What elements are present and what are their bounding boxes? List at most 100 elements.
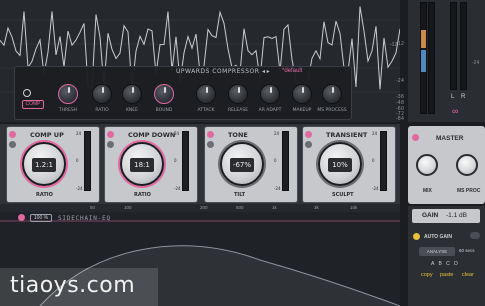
band-meter <box>380 131 387 191</box>
upwards-knob-label: RELEASE <box>227 108 249 113</box>
band-knob-value: -67% <box>230 158 254 172</box>
band-info-icon[interactable] <box>9 131 16 138</box>
upwards-compressor-title: UPWARDS COMPRESSOR <box>176 68 260 75</box>
band-solo-icon[interactable] <box>9 141 16 148</box>
upwards-knob[interactable] <box>322 84 342 104</box>
upwards-knob[interactable] <box>196 84 216 104</box>
auto-gain-info-icon[interactable] <box>413 233 420 240</box>
knob-indicator <box>102 87 104 93</box>
band-meter <box>282 131 289 191</box>
frequency-label: 3k <box>314 205 319 210</box>
upwards-knob[interactable] <box>292 84 312 104</box>
upwards-knob-label: MAKEUP <box>292 108 312 113</box>
band-scale-label: 24 <box>372 131 378 136</box>
link-icon[interactable]: ∞ <box>452 106 458 116</box>
knob-indicator <box>132 87 134 93</box>
knob-indicator <box>164 87 166 93</box>
band-info-icon[interactable] <box>107 131 114 138</box>
band-scale-label: 24 <box>76 131 82 136</box>
ab-compare-slots[interactable]: A B C D <box>431 261 459 267</box>
preset-nav-arrows[interactable]: ◂ ▸ <box>262 68 270 75</box>
comp-toggle-button[interactable]: COMP <box>22 100 44 109</box>
upwards-knob[interactable] <box>228 84 248 104</box>
sidechain-amount[interactable]: 100 % <box>30 214 52 222</box>
watermark-text: tiaoys.com <box>10 273 136 298</box>
copy-button[interactable]: copy <box>421 272 433 278</box>
db-scale: -12 -24 -36 -48 -60 -72 -84 <box>384 0 406 122</box>
ms-proc-label: MS PROC <box>457 188 481 194</box>
upwards-knob[interactable] <box>154 84 174 104</box>
meter-right-label: R <box>461 94 466 100</box>
db-label: -24 <box>395 78 404 84</box>
band-scale-label: -24 <box>372 186 379 191</box>
upwards-knob-label: MS PROCESS <box>317 108 347 113</box>
upwards-knob-label: ATTACK <box>197 108 215 113</box>
preset-name[interactable]: *default <box>282 68 302 74</box>
band-solo-icon[interactable] <box>207 141 214 148</box>
band-knob[interactable]: 1.2:1 <box>22 142 66 186</box>
analyse-button[interactable]: ANALYSE <box>419 247 455 256</box>
upwards-knob-label: RATIO <box>95 108 109 113</box>
band-scale-label: 0 <box>372 158 375 163</box>
band-scale-label: 0 <box>274 158 277 163</box>
band-solo-icon[interactable] <box>305 141 312 148</box>
band-knob-label: TILT <box>234 192 246 198</box>
clear-button[interactable]: clear <box>462 272 474 278</box>
auto-gain-toggle[interactable] <box>470 232 480 239</box>
meter-fill-blue <box>421 50 426 72</box>
band-info-icon[interactable] <box>207 131 214 138</box>
band-scale-label: 24 <box>274 131 280 136</box>
frequency-label: 10k <box>350 205 358 210</box>
band-scale-label: -24 <box>274 186 281 191</box>
master-info-icon[interactable] <box>412 134 419 141</box>
frequency-label: 100 <box>124 205 132 210</box>
band-scale-label: -24 <box>76 186 83 191</box>
band-title: COMP UP <box>30 131 64 139</box>
meter-bar-right <box>428 2 435 114</box>
master-title: MASTER <box>436 135 464 142</box>
mix-knob[interactable] <box>416 154 438 176</box>
knob-indicator <box>332 87 334 93</box>
sidechain-label: SIDECHAIN-EQ <box>58 215 111 222</box>
band-title: COMP DOWN <box>128 131 176 139</box>
paste-button[interactable]: paste <box>440 272 453 278</box>
band-meter <box>84 131 91 191</box>
band-info-icon[interactable] <box>305 131 312 138</box>
sidechain-info-icon[interactable] <box>18 214 25 221</box>
knob-indicator <box>270 87 272 93</box>
band-solo-icon[interactable] <box>107 141 114 148</box>
upwards-knob-label: AR ADAPT <box>258 108 282 113</box>
band-knob[interactable]: 10% <box>318 142 362 186</box>
band-title: TRANSIENT <box>326 131 368 139</box>
frequency-label: 200 <box>200 205 208 210</box>
meter-fill-orange <box>421 30 426 48</box>
gain-value[interactable]: -1.1 dB <box>446 212 467 219</box>
upwards-knob[interactable] <box>92 84 112 104</box>
meter-scale-label: -24 <box>472 60 480 66</box>
band-knob-value: 10% <box>328 158 352 172</box>
band-knob-label: RATIO <box>36 192 53 198</box>
band-knob[interactable]: 18:1 <box>120 142 164 186</box>
band-knob[interactable]: -67% <box>220 142 264 186</box>
analyse-duration[interactable]: 60 secs <box>459 248 475 253</box>
upwards-knob-label: KNEE <box>125 108 138 113</box>
band-knob-value: 18:1 <box>130 158 154 172</box>
knob-indicator <box>206 87 208 93</box>
knob-indicator <box>68 87 70 93</box>
mix-label: MIX <box>423 188 432 194</box>
band-knob-value: 1.2:1 <box>32 158 56 172</box>
ms-proc-knob[interactable] <box>456 154 478 176</box>
band-knob-label: SCULPT <box>332 192 354 198</box>
upwards-knob-label: BOUND <box>155 108 173 113</box>
upwards-knob[interactable] <box>260 84 280 104</box>
upwards-knob[interactable] <box>122 84 142 104</box>
gain-label: GAIN <box>422 212 439 219</box>
knob-indicator <box>238 87 240 93</box>
output-meter-left <box>450 2 457 90</box>
power-icon[interactable] <box>23 89 31 97</box>
db-label: -84 <box>395 116 404 122</box>
meter-scale-label: -12 <box>390 42 398 48</box>
upwards-knob[interactable] <box>58 84 78 104</box>
band-meter <box>182 131 189 191</box>
auto-gain-label: AUTO GAIN <box>424 234 452 240</box>
